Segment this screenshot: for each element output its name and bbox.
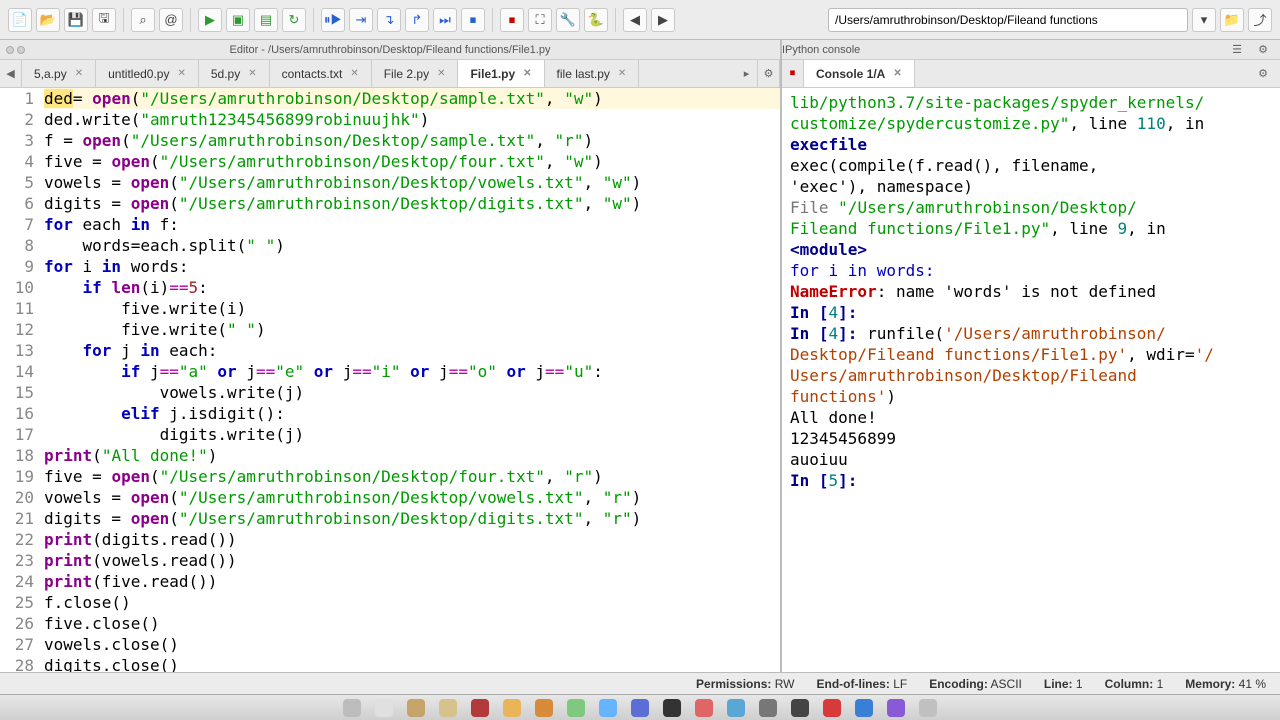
- dock-app-icon[interactable]: [887, 699, 905, 717]
- code-editor[interactable]: 1234567891011121314151617181920212223242…: [0, 88, 780, 672]
- step-over-icon[interactable]: ⇥: [349, 8, 373, 32]
- rerun-icon[interactable]: ↻: [282, 8, 306, 32]
- dock-app-icon[interactable]: [631, 699, 649, 717]
- editor-tab[interactable]: 5d.py✕: [199, 60, 270, 87]
- tab-scroll-right-icon[interactable]: ▸: [736, 60, 758, 87]
- editor-tab[interactable]: untitled0.py✕: [96, 60, 199, 87]
- dock-app-icon[interactable]: [727, 699, 745, 717]
- macos-dock: [0, 694, 1280, 720]
- step-out-icon[interactable]: ↱: [405, 8, 429, 32]
- close-tab-icon[interactable]: ✕: [177, 68, 185, 79]
- dir-dropdown-icon[interactable]: ▾: [1192, 8, 1216, 32]
- new-file-icon[interactable]: 📄: [8, 8, 32, 32]
- run-selection-icon[interactable]: ▤: [254, 8, 278, 32]
- dock-app-icon[interactable]: [695, 699, 713, 717]
- main-toolbar: 📄 📂 💾 🖫 ⌕ @ ▶ ▣ ▤ ↻ ⏸▶ ⇥ ↴ ↱ ⏭ ⏹ ⏹ ⛶ 🔧 🐍…: [0, 0, 1280, 40]
- editor-tab[interactable]: contacts.txt✕: [270, 60, 372, 87]
- dock-app-icon[interactable]: [503, 699, 521, 717]
- console-pane-title: IPython console ☰ ⚙: [782, 40, 1280, 60]
- console-stop-icon[interactable]: ⏹: [782, 60, 804, 87]
- parent-dir-icon[interactable]: ⤴: [1248, 8, 1272, 32]
- dock-app-icon[interactable]: [823, 699, 841, 717]
- dock-app-icon[interactable]: [343, 699, 361, 717]
- dock-app-icon[interactable]: [535, 699, 553, 717]
- save-icon[interactable]: 💾: [64, 8, 88, 32]
- dock-app-icon[interactable]: [919, 699, 937, 717]
- console-menu-icon[interactable]: ☰: [1226, 43, 1248, 56]
- ipython-console[interactable]: lib/python3.7/site-packages/spyder_kerne…: [782, 88, 1280, 672]
- editor-pane-title: Editor - /Users/amruthrobinson/Desktop/F…: [0, 40, 780, 60]
- editor-tab[interactable]: File1.py✕: [458, 60, 544, 87]
- dock-app-icon[interactable]: [855, 699, 873, 717]
- run-cell-icon[interactable]: ▣: [226, 8, 250, 32]
- console-opts-icon[interactable]: ⚙: [1252, 43, 1274, 56]
- settings-icon[interactable]: 🔧: [556, 8, 580, 32]
- editor-tab[interactable]: File 2.py✕: [372, 60, 459, 87]
- python-icon[interactable]: 🐍: [584, 8, 608, 32]
- dock-app-icon[interactable]: [375, 699, 393, 717]
- path-back-icon[interactable]: ◀: [623, 8, 647, 32]
- status-bar: Permissions: RW End-of-lines: LF Encodin…: [0, 672, 1280, 694]
- stop-icon[interactable]: ⏹: [500, 8, 524, 32]
- dock-app-icon[interactable]: [759, 699, 777, 717]
- browse-dir-icon[interactable]: 📁: [1220, 8, 1244, 32]
- run-icon[interactable]: ▶: [198, 8, 222, 32]
- close-tab-icon[interactable]: ✕: [523, 68, 531, 79]
- editor-tab[interactable]: 5,a.py✕: [22, 60, 96, 87]
- dock-app-icon[interactable]: [599, 699, 617, 717]
- working-dir-input[interactable]: [828, 8, 1188, 32]
- open-file-icon[interactable]: 📂: [36, 8, 60, 32]
- close-tab-icon[interactable]: ✕: [437, 68, 445, 79]
- search-icon[interactable]: ⌕: [131, 8, 155, 32]
- editor-tabs: ◀ 5,a.py✕untitled0.py✕5d.py✕contacts.txt…: [0, 60, 780, 88]
- save-all-icon[interactable]: 🖫: [92, 8, 116, 32]
- step-into-icon[interactable]: ↴: [377, 8, 401, 32]
- close-tab-icon[interactable]: ✕: [75, 68, 83, 79]
- dock-app-icon[interactable]: [791, 699, 809, 717]
- close-tab-icon[interactable]: ✕: [893, 68, 901, 79]
- path-fwd-icon[interactable]: ▶: [651, 8, 675, 32]
- stop-debug-icon[interactable]: ⏹: [461, 8, 485, 32]
- maximize-icon[interactable]: ⛶: [528, 8, 552, 32]
- dock-app-icon[interactable]: [471, 699, 489, 717]
- dock-app-icon[interactable]: [663, 699, 681, 717]
- close-tab-icon[interactable]: ✕: [618, 68, 626, 79]
- dock-app-icon[interactable]: [407, 699, 425, 717]
- tab-scroll-left-icon[interactable]: ◀: [0, 60, 22, 87]
- dock-app-icon[interactable]: [439, 699, 457, 717]
- console-tab[interactable]: Console 1/A✕: [804, 60, 915, 87]
- at-icon[interactable]: @: [159, 8, 183, 32]
- editor-tab[interactable]: file last.py✕: [545, 60, 640, 87]
- debug-icon[interactable]: ⏸▶: [321, 8, 345, 32]
- dock-app-icon[interactable]: [567, 699, 585, 717]
- console-tabs: ⏹ Console 1/A✕ ⚙: [782, 60, 1280, 88]
- tab-options-icon[interactable]: ⚙: [758, 60, 780, 87]
- close-tab-icon[interactable]: ✕: [350, 68, 358, 79]
- console-tab-opts-icon[interactable]: ⚙: [1252, 67, 1274, 80]
- continue-icon[interactable]: ⏭: [433, 8, 457, 32]
- close-tab-icon[interactable]: ✕: [248, 68, 256, 79]
